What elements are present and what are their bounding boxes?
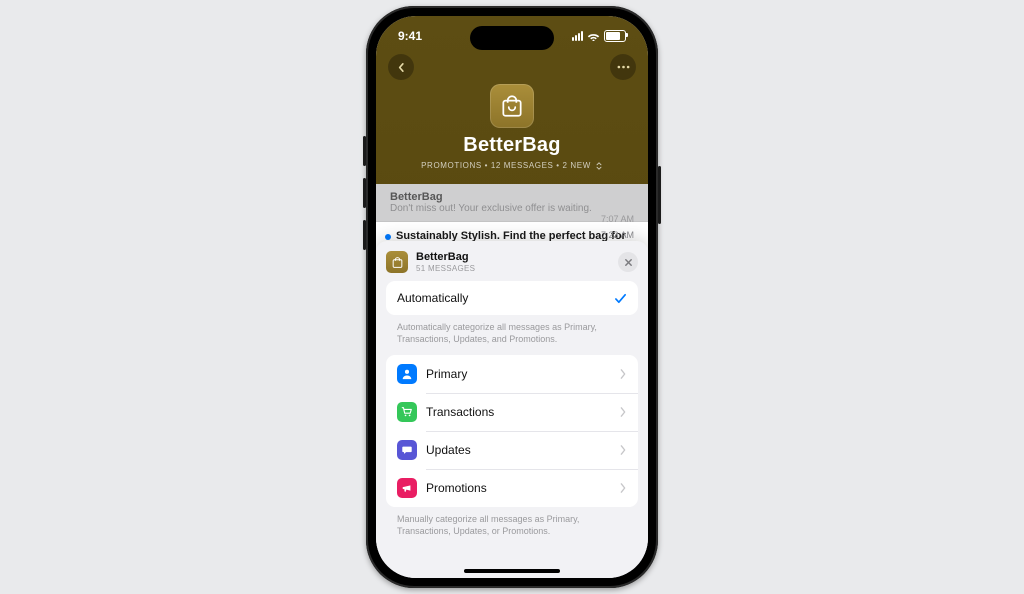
status-indicators: [572, 30, 626, 42]
sender-app-icon: [490, 84, 534, 128]
screen: 9:41: [376, 16, 648, 578]
category-primary-row[interactable]: Primary: [386, 355, 638, 393]
category-label: Primary: [426, 367, 467, 381]
phone-frame: 9:41: [366, 6, 658, 588]
sheet-title: BetterBag: [416, 252, 475, 263]
category-updates-row[interactable]: Updates: [386, 431, 638, 469]
category-label: Updates: [426, 443, 471, 457]
sort-arrows-icon: [595, 162, 603, 170]
close-button[interactable]: [618, 252, 638, 272]
bg-message-row: BetterBag Don't miss out! Your exclusive…: [376, 184, 648, 222]
bag-icon: [391, 256, 404, 269]
cart-icon: [397, 402, 417, 422]
checkmark-icon: [614, 292, 627, 305]
category-label: Promotions: [426, 481, 487, 495]
sheet-subtitle: 51 MESSAGES: [416, 264, 475, 273]
sheet-header: BetterBag 51 MESSAGES: [386, 251, 638, 273]
sender-title: BetterBag: [376, 134, 648, 157]
dynamic-island: [470, 26, 554, 50]
cellular-icon: [572, 31, 583, 41]
megaphone-icon: [397, 478, 417, 498]
chevron-right-icon: [619, 483, 627, 493]
sheet-app-icon: [386, 251, 408, 273]
sender-subtitle[interactable]: PROMOTIONS • 12 MESSAGES • 2 NEW: [376, 161, 648, 170]
stage: 9:41: [0, 0, 1024, 594]
categorize-sheet: BetterBag 51 MESSAGES Automatically Auto…: [376, 241, 648, 578]
chat-icon: [397, 440, 417, 460]
chevron-right-icon: [619, 445, 627, 455]
manual-helper-text: Manually categorize all messages as Prim…: [386, 507, 638, 547]
category-transactions-row[interactable]: Transactions: [386, 393, 638, 431]
bg-time: 7:23 AM: [601, 230, 634, 240]
battery-icon: [604, 30, 626, 42]
automatically-label: Automatically: [397, 291, 468, 305]
bag-icon: [499, 93, 525, 119]
category-promotions-row[interactable]: Promotions: [386, 469, 638, 507]
ellipsis-icon: [617, 65, 630, 69]
automatically-row[interactable]: Automatically: [386, 281, 638, 315]
chevron-right-icon: [619, 369, 627, 379]
status-time: 9:41: [398, 29, 422, 43]
person-icon: [397, 364, 417, 384]
category-label: Transactions: [426, 405, 494, 419]
bg-preview: Don't miss out! Your exclusive offer is …: [390, 203, 634, 214]
chevron-left-icon: [396, 62, 407, 73]
categories-section: Primary Transactions U: [386, 355, 638, 507]
unread-dot-icon: [385, 234, 391, 240]
home-indicator[interactable]: [464, 569, 560, 573]
close-icon: [624, 258, 633, 267]
chevron-right-icon: [619, 407, 627, 417]
wifi-icon: [587, 31, 600, 41]
auto-section: Automatically: [386, 281, 638, 315]
bg-sender: BetterBag: [390, 191, 634, 203]
auto-helper-text: Automatically categorize all messages as…: [386, 315, 638, 355]
back-button[interactable]: [388, 54, 414, 80]
more-button[interactable]: [610, 54, 636, 80]
